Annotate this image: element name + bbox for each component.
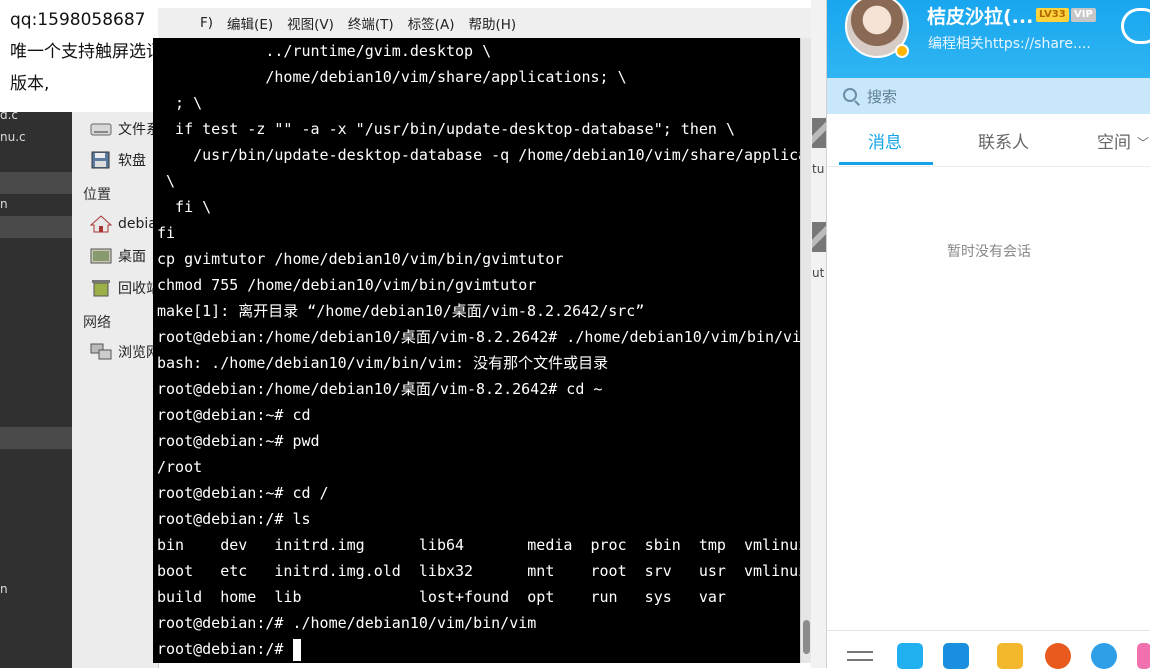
- chat-tabs: 消息 联系人 空间 ﹀: [827, 114, 1150, 167]
- terminal-line: root@debian:~# cd /: [157, 484, 329, 502]
- terminal-line: root@debian:/home/debian10/桌面/vim-8.2.26…: [157, 380, 603, 398]
- menu-tabs[interactable]: 标签(A): [408, 13, 455, 33]
- bottom-toolbar: [827, 630, 1150, 669]
- terminal-line: root@debian:/home/debian10/桌面/vim-8.2.26…: [157, 328, 805, 346]
- terminal-line: cp gvimtutor /home/debian10/vim/bin/gvim…: [157, 250, 564, 268]
- chevron-down-icon[interactable]: ﹀: [1137, 134, 1149, 151]
- menu-edit[interactable]: 编辑(E): [227, 13, 273, 33]
- background-selection: [0, 216, 72, 238]
- empty-state: 暂时没有会话: [947, 244, 1031, 260]
- terminal-cursor: [293, 638, 302, 661]
- menu-icon[interactable]: [847, 651, 873, 653]
- sidebar-item-desktop[interactable]: 桌面: [90, 245, 146, 267]
- apps-icon[interactable]: [1137, 643, 1150, 669]
- terminal-prompt: root@debian:/#: [157, 640, 293, 658]
- scrollbar-thumb[interactable]: [803, 620, 810, 654]
- places-header: 位置: [83, 187, 111, 203]
- terminal-line: bash: ./home/debian10/vim/bin/vim: 没有那个文…: [157, 354, 609, 372]
- status-icon[interactable]: [895, 44, 909, 58]
- background-window-edge: [811, 0, 826, 668]
- sidebar-item-trash[interactable]: 回收站: [90, 277, 160, 299]
- weather-icon[interactable]: [1121, 8, 1150, 44]
- qq-chat-panel: 桔皮沙拉(... LV33 VIP 编程相关https://share.... …: [826, 0, 1150, 669]
- chat-header: 桔皮沙拉(... LV33 VIP 编程相关https://share....: [827, 0, 1150, 78]
- menu-icon-line: [847, 659, 873, 661]
- background-text: n: [0, 582, 8, 596]
- terminal-line: \: [157, 172, 176, 190]
- terminal-line: build home lib lost+found opt run sys va…: [157, 588, 726, 606]
- drive-icon: [90, 120, 112, 138]
- terminal-line: if test -z "" -a -x "/usr/bin/update-des…: [157, 120, 735, 138]
- background-text: n: [0, 197, 8, 211]
- terminal-line: make[1]: 离开目录 “/home/debian10/桌面/vim-8.2…: [157, 302, 645, 320]
- menu-file[interactable]: F): [200, 15, 213, 31]
- terminal-line: bin dev initrd.img lib64 media proc sbin…: [157, 536, 805, 554]
- game-icon[interactable]: [997, 643, 1023, 669]
- terminal-line: /home/debian10/vim/share/applications; \: [157, 68, 627, 86]
- trash-icon: [90, 279, 112, 297]
- terminal-line: boot etc initrd.img.old libx32 mnt root …: [157, 562, 805, 580]
- menu-terminal[interactable]: 终端(T): [348, 13, 394, 33]
- desktop-icon: [90, 247, 112, 265]
- browser-icon[interactable]: [1045, 643, 1071, 669]
- background-selection: [0, 427, 72, 449]
- terminal-line: fi \: [157, 198, 212, 216]
- terminal-line: /usr/bin/update-desktop-database -q /hom…: [157, 146, 805, 164]
- terminal-line: /root: [157, 458, 203, 476]
- terminal-line: chmod 755 /home/debian10/vim/bin/gvimtut…: [157, 276, 537, 294]
- background-text: tu: [812, 162, 825, 176]
- terminal-line: root@debian:/# ls: [157, 510, 311, 528]
- nickname[interactable]: 桔皮沙拉(...: [927, 2, 1033, 29]
- signature[interactable]: 编程相关https://share....: [928, 33, 1091, 53]
- file-icon: [812, 222, 826, 252]
- background-text: ut: [812, 266, 825, 280]
- terminal-line: root@debian:~# pwd: [157, 432, 320, 450]
- sidebar-item-floppy[interactable]: 软盘: [90, 149, 146, 171]
- terminal-line: fi: [157, 224, 176, 242]
- background-text: nu.c: [0, 130, 26, 144]
- terminal-lines: ../runtime/gvim.desktop \ /home/debian10…: [157, 38, 805, 662]
- search-bar[interactable]: 搜索: [827, 78, 1150, 114]
- home-icon: [89, 215, 113, 233]
- search-icon: [843, 88, 859, 104]
- tencent-icon[interactable]: [943, 643, 969, 669]
- tab-messages[interactable]: 消息: [868, 128, 902, 153]
- file-icon: [812, 118, 826, 148]
- tab-contacts[interactable]: 联系人: [978, 128, 1029, 153]
- contacts-icon[interactable]: [897, 643, 923, 669]
- menu-view[interactable]: 视图(V): [287, 13, 334, 33]
- terminal-line: root@debian:/# ./home/debian10/vim/bin/v…: [157, 614, 537, 632]
- menu-help[interactable]: 帮助(H): [468, 13, 516, 33]
- tab-space[interactable]: 空间: [1097, 128, 1131, 153]
- terminal-prompt-line: root@debian:/#: [157, 636, 805, 662]
- search-placeholder: 搜索: [867, 87, 898, 106]
- terminal-line: root@debian:~# cd: [157, 406, 311, 424]
- terminal-output[interactable]: ../runtime/gvim.desktop \ /home/debian10…: [153, 38, 811, 663]
- floppy-icon: [90, 151, 112, 169]
- active-tab-indicator: [839, 162, 933, 165]
- vip-badge: VIP: [1071, 8, 1096, 22]
- terminal-menubar: F) 编辑(E) 视图(V) 终端(T) 标签(A) 帮助(H): [158, 8, 811, 38]
- network-header: 网络: [83, 315, 111, 331]
- background-selection: [0, 172, 72, 194]
- level-badge: LV33: [1036, 8, 1069, 22]
- cloud-icon[interactable]: [1091, 643, 1117, 669]
- sidebar-item-label: 软盘: [118, 153, 146, 169]
- network-icon: [90, 343, 112, 361]
- terminal-line: ../runtime/gvim.desktop \: [157, 42, 492, 60]
- sidebar-item-label: 桌面: [118, 249, 146, 265]
- terminal-line: ; \: [157, 94, 203, 112]
